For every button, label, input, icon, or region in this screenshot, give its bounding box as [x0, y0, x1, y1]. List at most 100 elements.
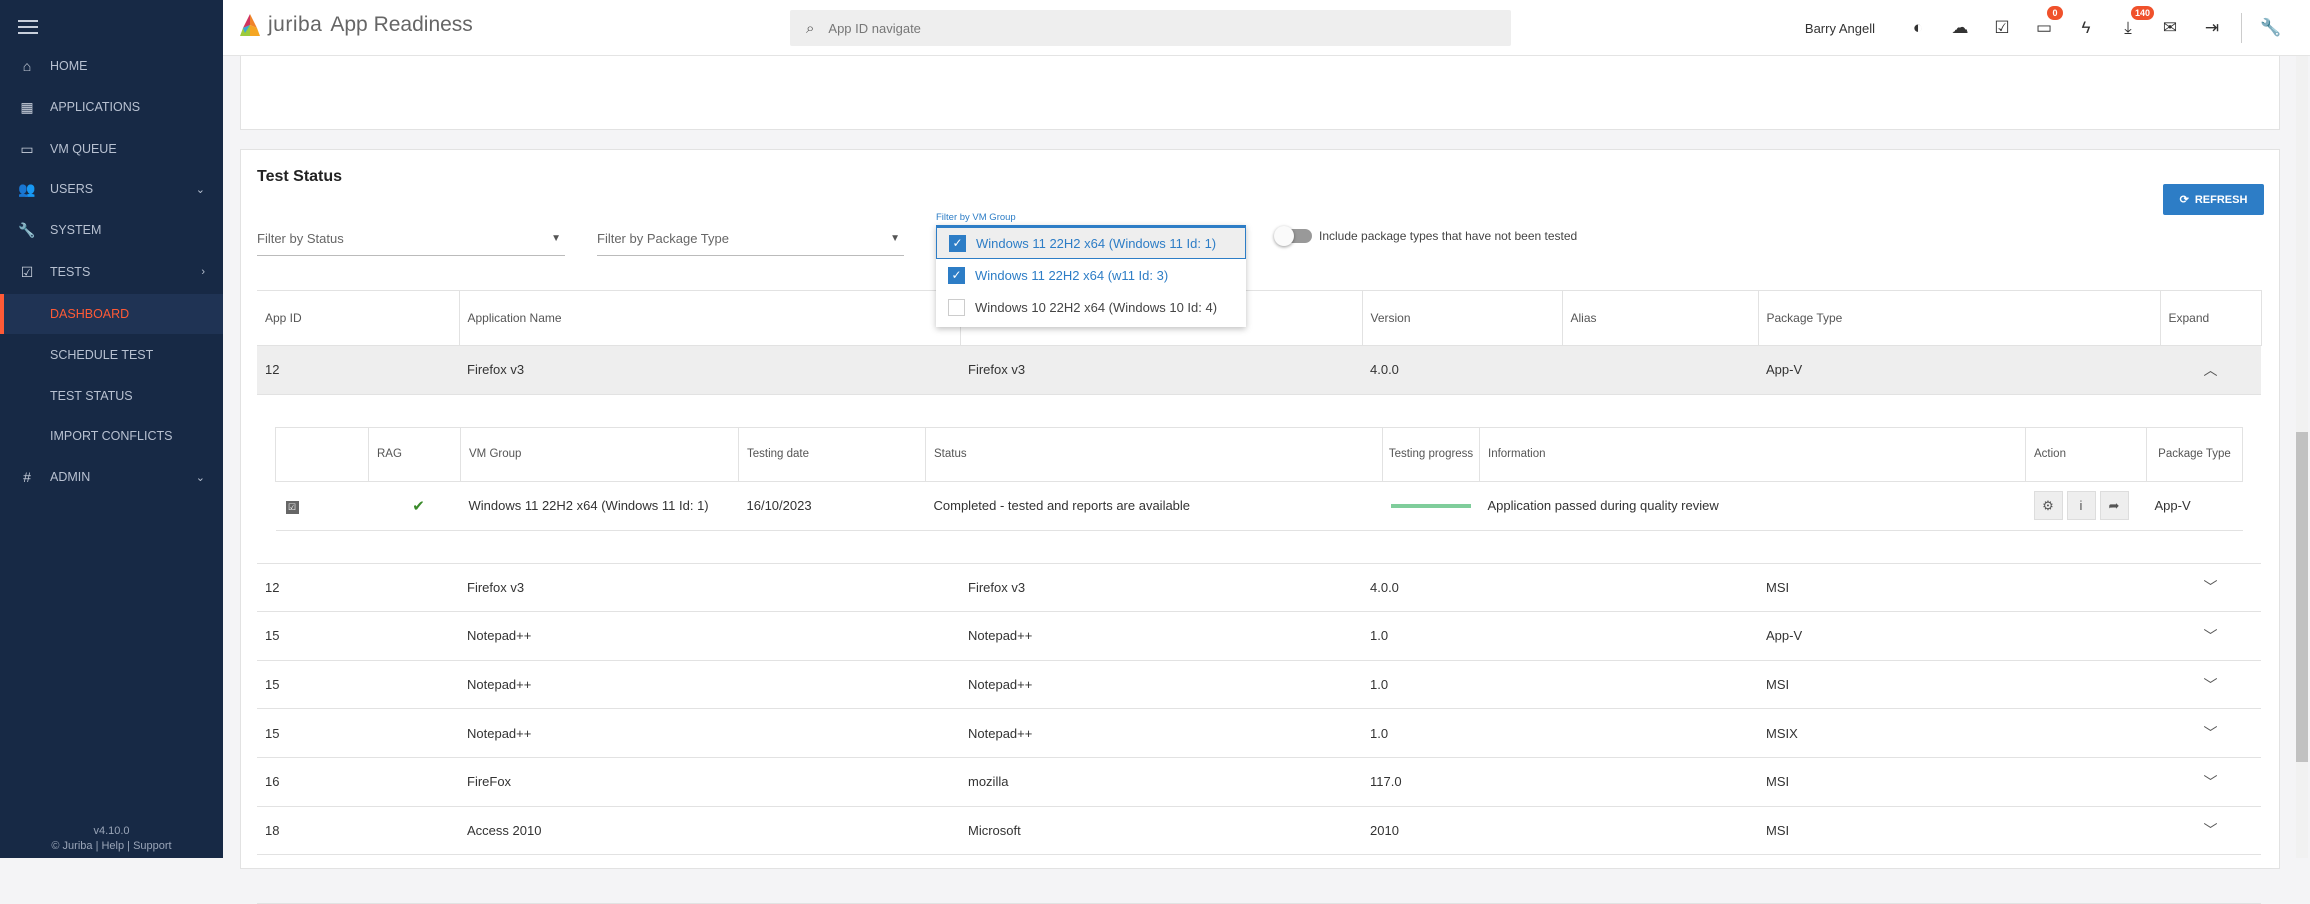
detail-container: RAG VM Group Testing date Status Testing pro… — [257, 394, 2261, 564]
top-bar: juriba App Readiness ⌕ App ID navigate B… — [223, 0, 2310, 56]
checkbox[interactable] — [948, 298, 965, 316]
info-icon[interactable]: i — [2066, 491, 2096, 521]
checkbox[interactable]: ✓ — [948, 266, 965, 284]
detail-column-header: Status — [925, 426, 1383, 482]
sidebar-item-label: TESTS — [50, 265, 91, 279]
cloud-upload-icon[interactable]: ☁ — [1939, 18, 1981, 38]
sidebar-item-import-conflicts[interactable]: IMPORT CONFLICTS — [0, 416, 223, 456]
detail-column-header: RAG — [368, 426, 461, 482]
table-row[interactable] — [257, 854, 2261, 904]
wrench-icon[interactable]: 🔧 — [2250, 18, 2292, 38]
version-label: v4.10.0 — [93, 825, 130, 837]
sidebar-item-test-status[interactable]: TEST STATUS — [0, 376, 223, 416]
cell-alias — [1562, 708, 1758, 758]
chevron-down-icon[interactable]: ﹀ — [2160, 757, 2261, 807]
vm-group-option[interactable]: Windows 10 22H2 x64 (Windows 10 Id: 4) — [936, 291, 1246, 323]
report-icon[interactable]: ☑ — [285, 500, 299, 514]
test-status-card: Test Status ⟳ REFRESH Filter by Status ▼ F… — [240, 149, 2280, 904]
tasks-icon[interactable]: ☑ — [1981, 18, 2023, 38]
sidebar-item-label: HOME — [50, 59, 88, 73]
cell-version: 117.0 — [1362, 757, 1562, 807]
sidebar-item-dashboard[interactable]: DASHBOARD — [0, 294, 223, 334]
column-header[interactable]: App ID — [257, 290, 460, 346]
chevron-down-icon: ⌄ — [195, 471, 205, 484]
progress-bar — [1390, 503, 1471, 508]
cell-version: 1.0 — [1362, 660, 1562, 710]
refresh-button[interactable]: ⟳ REFRESH — [2163, 184, 2264, 215]
table-row[interactable]: 15 Notepad++ Notepad++ 1.0 MSI ﹀ — [257, 660, 2261, 710]
chevron-down-icon[interactable]: ﹀ — [2160, 708, 2261, 758]
detail-column-header: Testing progress — [1382, 426, 1480, 482]
cell-alias — [1562, 611, 1758, 661]
progress-cell — [1382, 481, 1480, 531]
status-filter[interactable]: Filter by Status ▼ — [257, 222, 565, 256]
cell-empty — [1562, 854, 1758, 904]
search-icon: ⌕ — [806, 19, 815, 37]
cell-alias — [1562, 806, 1758, 856]
share-icon[interactable]: ➦ — [2099, 491, 2129, 521]
column-header[interactable]: Version — [1362, 290, 1563, 346]
sidebar-item-schedule-test[interactable]: SCHEDULE TEST — [0, 335, 223, 375]
logo[interactable]: juriba App Readiness — [240, 13, 473, 37]
chevron-down-icon[interactable]: ﹀ — [2160, 806, 2261, 856]
cell-type: App-V — [1758, 345, 2160, 395]
monitor-icon: ▭ — [20, 140, 34, 157]
sidebar: ⌂ HOME ▦ APPLICATIONS ▭ VM QUEUE 👥 USERS ⌄ 🔧 SYSTE… — [0, 0, 223, 858]
cell-id: 16 — [257, 757, 459, 807]
detail-column-header: Action — [2025, 426, 2147, 482]
chevron-down-icon[interactable]: ﹀ — [2160, 611, 2261, 661]
sidebar-item-home[interactable]: ⌂ HOME — [0, 46, 223, 86]
detail-column-header: VM Group — [460, 426, 739, 482]
envelope-icon[interactable]: ✉ — [2149, 18, 2191, 38]
detail-date: 16/10/2023 — [738, 481, 926, 531]
column-header[interactable]: Expand — [2160, 290, 2262, 346]
vm-group-dropdown[interactable]: ✓ Windows 11 22H2 x64 (Windows 11 Id: 1) ✓… — [936, 225, 1246, 327]
table-row[interactable]: 18 Access 2010 Microsoft 2010 MSI ﹀ — [257, 806, 2261, 856]
logout-icon[interactable]: ⇥ — [2191, 18, 2233, 38]
sidebar-item-tests[interactable]: ☑ TESTS › — [0, 252, 223, 292]
scrollbar-thumb[interactable] — [2296, 432, 2308, 762]
cell-name: Notepad++ — [459, 611, 960, 661]
sidebar-item-vm-queue[interactable]: ▭ VM QUEUE — [0, 129, 223, 169]
search-placeholder: App ID navigate — [828, 20, 921, 36]
user-name[interactable]: Barry Angell — [1805, 21, 1875, 36]
column-header[interactable]: Application Name — [459, 290, 961, 346]
menu-icon[interactable] — [18, 20, 38, 34]
checkbox[interactable]: ✓ — [949, 234, 966, 252]
monitor-icon[interactable]: ▭ 0 — [2023, 6, 2065, 38]
wrench-icon: 🔧 — [18, 221, 36, 238]
vm-group-option[interactable]: ✓ Windows 11 22H2 x64 (Windows 11 Id: 1) — [936, 227, 1246, 259]
cell-alias — [1562, 563, 1758, 613]
footer-links[interactable]: © Juriba | Help | Support — [0, 839, 223, 854]
scrollbar[interactable] — [2296, 56, 2308, 858]
chevron-down-icon[interactable]: ﹀ — [2160, 660, 2261, 710]
bolt-icon[interactable]: ϟ — [2065, 18, 2107, 38]
search-input[interactable]: ⌕ App ID navigate — [790, 10, 1511, 46]
monitor-badge: 0 — [2047, 6, 2063, 20]
cell-vendor: Notepad++ — [960, 660, 1362, 710]
chevron-down-icon[interactable]: ﹀ — [2160, 563, 2261, 613]
grid-icon: ▦ — [20, 98, 34, 115]
contrast-icon[interactable]: ◐ — [1897, 18, 1939, 38]
sidebar-item-applications[interactable]: ▦ APPLICATIONS — [0, 87, 223, 127]
column-header[interactable]: Package Type — [1758, 290, 2161, 346]
table-row[interactable]: 16 FireFox mozilla 117.0 MSI ﹀ — [257, 757, 2261, 807]
table-row[interactable]: 12 Firefox v3 Firefox v3 4.0.0 App-V ︿ — [257, 345, 2261, 395]
chevron-up-icon[interactable]: ︿ — [2160, 345, 2261, 395]
cell-empty — [1758, 854, 2160, 904]
status-filter-label: Filter by Status — [257, 231, 344, 246]
gears-icon[interactable]: ⚙ — [2033, 491, 2063, 521]
download-icon[interactable]: ⤓ 140 — [2107, 6, 2155, 38]
sidebar-item-users[interactable]: 👥 USERS ⌄ — [0, 169, 223, 209]
detail-row: ☑ ✔ Windows 11 22H2 x64 (Windows 11 Id: 1)… — [275, 481, 2243, 531]
package-type-filter[interactable]: Filter by Package Type ▼ — [597, 222, 904, 256]
vm-group-option[interactable]: ✓ Windows 11 22H2 x64 (w11 Id: 3) — [936, 259, 1246, 291]
table-row[interactable]: 12 Firefox v3 Firefox v3 4.0.0 MSI ﹀ — [257, 563, 2261, 613]
sidebar-item-admin[interactable]: # ADMIN ⌄ — [0, 457, 223, 497]
refresh-icon: ⟳ — [2179, 194, 2189, 206]
include-untested-toggle[interactable] — [1274, 226, 1312, 246]
table-row[interactable]: 15 Notepad++ Notepad++ 1.0 MSIX ﹀ — [257, 708, 2261, 758]
column-header[interactable]: Alias — [1562, 290, 1759, 346]
table-row[interactable]: 15 Notepad++ Notepad++ 1.0 App-V ﹀ — [257, 611, 2261, 661]
sidebar-item-system[interactable]: 🔧 SYSTEM — [0, 210, 223, 250]
